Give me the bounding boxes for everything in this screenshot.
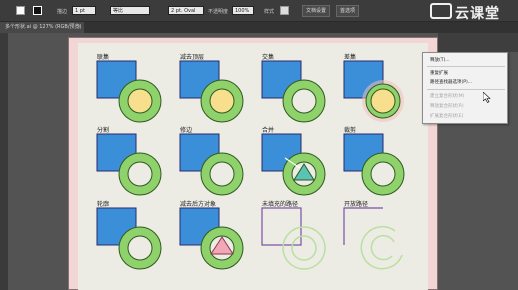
pathfinder-context-menu: 释放(T)... 重复扩展 路径查找器选项(P)... 建立复合形状(M) 释放… xyxy=(422,52,508,124)
menu-item-release[interactable]: 释放(T)... xyxy=(430,57,450,63)
outline-shape[interactable] xyxy=(96,207,162,270)
unite-shape[interactable] xyxy=(96,60,162,123)
minus-back-shape[interactable] xyxy=(179,207,244,270)
shapes-layer xyxy=(96,60,405,270)
menu-item-expand-compound[interactable]: 扩展复合形状(E) xyxy=(430,113,463,119)
merge-shape[interactable] xyxy=(261,133,326,196)
divide-shape[interactable] xyxy=(96,133,162,196)
menu-item-repeat-expand[interactable]: 重复扩展 xyxy=(430,70,448,76)
crop-shape[interactable] xyxy=(343,133,405,196)
menu-item-pathfinder-options[interactable]: 路径查找器选项(P)... xyxy=(430,79,472,85)
open-path-shape[interactable] xyxy=(343,207,403,270)
menu-item-release-compound[interactable]: 释放复合形状(R) xyxy=(430,103,464,109)
trim-shape[interactable] xyxy=(179,133,244,196)
menu-divider xyxy=(427,89,505,90)
exclude-shape[interactable] xyxy=(343,60,404,122)
menu-item-make-compound[interactable]: 建立复合形状(M) xyxy=(430,93,464,99)
menu-divider xyxy=(427,66,505,67)
cursor-icon xyxy=(483,92,491,103)
minus-front-shape[interactable] xyxy=(179,60,244,123)
intersect-shape[interactable] xyxy=(261,60,326,123)
unfilled-path-shape[interactable] xyxy=(261,207,326,270)
